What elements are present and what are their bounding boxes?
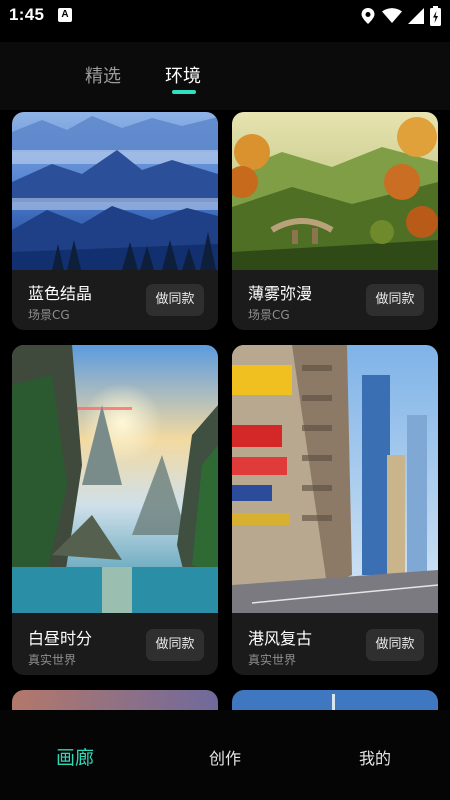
gallery-card[interactable]: 薄雾弥漫 场景CG 做同款 <box>232 112 438 330</box>
wifi-icon <box>382 8 402 23</box>
gallery-card[interactable]: 蓝色结晶 场景CG 做同款 <box>12 112 218 330</box>
card-image-autumn-valley[interactable] <box>232 112 438 270</box>
card-subtitle: 真实世界 <box>248 653 297 667</box>
nav-gallery[interactable]: 画廊 <box>56 743 94 770</box>
card-subtitle: 场景CG <box>28 308 70 322</box>
card-image-hong-kong-street[interactable] <box>232 345 438 613</box>
status-icons <box>360 6 441 26</box>
signal-icon <box>408 8 424 24</box>
gallery-card[interactable]: 港风复古 真实世界 做同款 <box>232 345 438 675</box>
make-same-button[interactable]: 做同款 <box>366 629 424 661</box>
make-same-button[interactable]: 做同款 <box>146 284 204 316</box>
active-tab-indicator <box>172 90 196 94</box>
notification-a-icon: A <box>58 8 72 22</box>
nav-create[interactable]: 创作 <box>209 745 241 769</box>
card-image-karst-cliffs[interactable] <box>12 345 218 613</box>
card-title: 白昼时分 <box>28 629 93 648</box>
card-title: 薄雾弥漫 <box>248 284 313 303</box>
header <box>0 42 450 110</box>
tab-environment[interactable]: 环境 <box>165 62 201 88</box>
gallery-card[interactable]: 白昼时分 真实世界 做同款 <box>12 345 218 675</box>
battery-icon <box>430 6 441 26</box>
card-image-blue-mountains[interactable] <box>12 112 218 270</box>
card-subtitle: 场景CG <box>248 308 290 322</box>
status-bar: 1:45 A <box>0 0 450 34</box>
status-time: 1:45 <box>9 5 45 24</box>
card-subtitle: 真实世界 <box>28 653 77 667</box>
card-title: 港风复古 <box>248 629 313 648</box>
card-title: 蓝色结晶 <box>28 284 93 303</box>
make-same-button[interactable]: 做同款 <box>366 284 424 316</box>
tab-featured[interactable]: 精选 <box>85 62 121 88</box>
nav-profile[interactable]: 我的 <box>359 745 391 769</box>
gps-icon <box>361 8 375 24</box>
make-same-button[interactable]: 做同款 <box>146 629 204 661</box>
